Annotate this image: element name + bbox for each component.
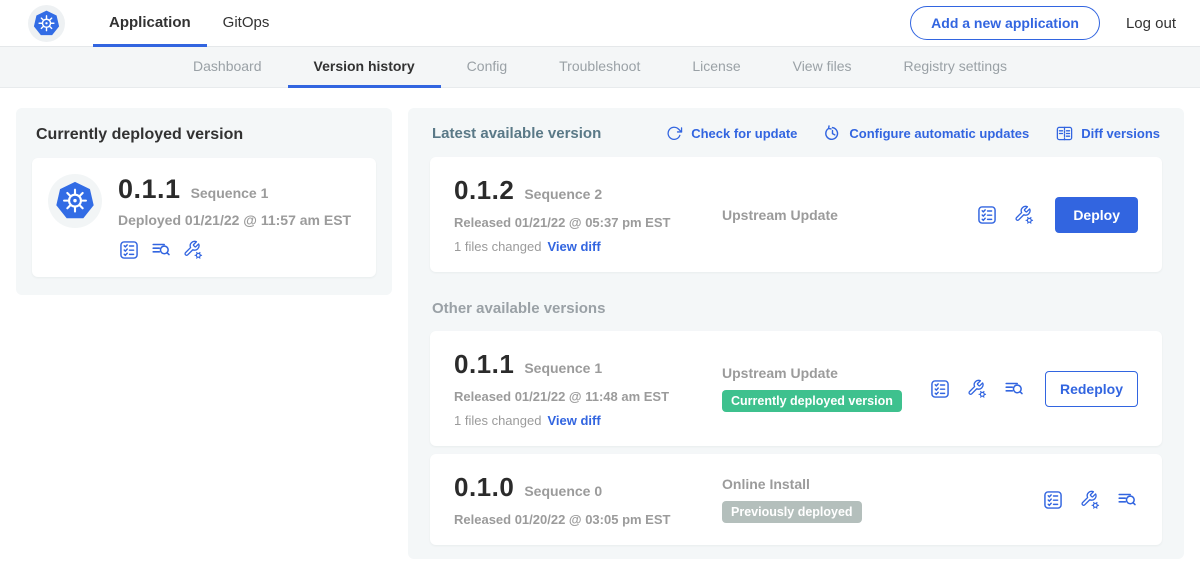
version-number: 0.1.0	[454, 472, 514, 503]
deployed-timestamp: Deployed 01/21/22 @ 11:57 am EST	[118, 212, 351, 228]
available-versions-panel: Latest available version Check for updat…	[408, 108, 1184, 559]
version-row-0-1-1: 0.1.1 Sequence 1 Released 01/21/22 @ 11:…	[430, 331, 1162, 446]
deployed-version-card: 0.1.1 Sequence 1 Deployed 01/21/22 @ 11:…	[32, 158, 376, 277]
section-subnav: Dashboard Version history Config Trouble…	[0, 47, 1200, 88]
sequence-label: Sequence 0	[524, 483, 602, 499]
preflight-checks-icon[interactable]	[118, 239, 140, 261]
tab-version-history[interactable]: Version history	[288, 47, 441, 88]
deploy-button[interactable]: Deploy	[1055, 197, 1138, 233]
view-diff-link[interactable]: View diff	[547, 413, 600, 428]
tab-dashboard[interactable]: Dashboard	[167, 47, 288, 88]
refresh-icon	[665, 124, 684, 143]
tab-registry-settings[interactable]: Registry settings	[878, 47, 1033, 88]
released-timestamp: Released 01/21/22 @ 05:37 pm EST	[454, 215, 722, 230]
other-available-versions-title: Other available versions	[432, 300, 1160, 317]
navbar-right: Add a new application Log out	[910, 0, 1176, 46]
kubernetes-logo-icon	[28, 5, 65, 42]
view-logs-icon[interactable]	[1003, 378, 1025, 400]
redeploy-button[interactable]: Redeploy	[1045, 371, 1138, 407]
tab-troubleshoot[interactable]: Troubleshoot	[533, 47, 666, 88]
app-kubernetes-logo-icon	[48, 174, 102, 228]
files-changed-line: 1 files changed View diff	[454, 413, 722, 428]
source-label: Upstream Update	[722, 365, 838, 381]
edit-config-icon[interactable]	[1079, 489, 1101, 511]
version-source: Online Install Previously deployed	[722, 476, 1042, 523]
diff-columns-icon	[1055, 124, 1074, 143]
check-for-update-link[interactable]: Check for update	[665, 124, 797, 143]
currently-deployed-badge: Currently deployed version	[722, 390, 902, 412]
admin-console-screen: Application GitOps Add a new application…	[0, 0, 1200, 564]
deployed-version-number: 0.1.1	[118, 174, 181, 205]
deployed-sequence-label: Sequence 1	[191, 185, 269, 201]
main-content: Currently deployed version 0.1.1 Sequenc…	[0, 88, 1200, 559]
files-changed-line: 1 files changed View diff	[454, 239, 722, 254]
sequence-label: Sequence 2	[524, 186, 602, 202]
version-number: 0.1.2	[454, 175, 514, 206]
source-label: Upstream Update	[722, 207, 838, 223]
version-actions-right	[1042, 489, 1138, 511]
edit-config-icon[interactable]	[182, 239, 204, 261]
view-logs-icon[interactable]	[150, 239, 172, 261]
diff-versions-link[interactable]: Diff versions	[1055, 124, 1160, 143]
app-nav-tabs: Application GitOps	[93, 0, 285, 46]
logout-button[interactable]: Log out	[1126, 15, 1176, 32]
edit-config-icon[interactable]	[1013, 204, 1035, 226]
released-timestamp: Released 01/20/22 @ 03:05 pm EST	[454, 512, 722, 527]
version-source: Upstream Update	[722, 207, 976, 223]
currently-deployed-panel: Currently deployed version 0.1.1 Sequenc…	[16, 108, 392, 295]
add-new-application-button[interactable]: Add a new application	[910, 6, 1100, 40]
configure-automatic-updates-link[interactable]: Configure automatic updates	[823, 124, 1029, 143]
preflight-checks-icon[interactable]	[976, 204, 998, 226]
diff-versions-label: Diff versions	[1081, 126, 1160, 141]
version-info: 0.1.1 Sequence 1 Released 01/21/22 @ 11:…	[454, 349, 722, 428]
latest-version-header: Latest available version Check for updat…	[432, 124, 1160, 143]
view-diff-link[interactable]: View diff	[547, 239, 600, 254]
released-timestamp: Released 01/21/22 @ 11:48 am EST	[454, 389, 722, 404]
deployed-version-info: 0.1.1 Sequence 1 Deployed 01/21/22 @ 11:…	[118, 174, 351, 261]
latest-available-title: Latest available version	[432, 125, 601, 142]
sequence-label: Sequence 1	[524, 360, 602, 376]
check-for-update-label: Check for update	[691, 126, 797, 141]
version-number: 0.1.1	[454, 349, 514, 380]
version-actions: Check for update Configure automatic upd…	[665, 124, 1160, 143]
currently-deployed-title: Currently deployed version	[36, 126, 376, 144]
preflight-checks-icon[interactable]	[1042, 489, 1064, 511]
top-navbar: Application GitOps Add a new application…	[0, 0, 1200, 47]
configure-automatic-updates-label: Configure automatic updates	[849, 126, 1029, 141]
schedule-update-icon	[823, 124, 842, 143]
tab-application[interactable]: Application	[93, 0, 207, 47]
edit-config-icon[interactable]	[966, 378, 988, 400]
files-changed-count: 1 files changed	[454, 413, 541, 428]
version-source: Upstream Update Currently deployed versi…	[722, 365, 929, 412]
tab-view-files[interactable]: View files	[767, 47, 878, 88]
files-changed-count: 1 files changed	[454, 239, 541, 254]
tab-license[interactable]: License	[666, 47, 766, 88]
view-logs-icon[interactable]	[1116, 489, 1138, 511]
version-row-0-1-2: 0.1.2 Sequence 2 Released 01/21/22 @ 05:…	[430, 157, 1162, 272]
preflight-checks-icon[interactable]	[929, 378, 951, 400]
version-actions-right: Deploy	[976, 197, 1138, 233]
tab-gitops[interactable]: GitOps	[207, 0, 286, 47]
source-label: Online Install	[722, 476, 810, 492]
version-row-0-1-0: 0.1.0 Sequence 0 Released 01/20/22 @ 03:…	[430, 454, 1162, 545]
version-actions-right: Redeploy	[929, 371, 1138, 407]
tab-config[interactable]: Config	[441, 47, 533, 88]
version-info: 0.1.0 Sequence 0 Released 01/20/22 @ 03:…	[454, 472, 722, 527]
previously-deployed-badge: Previously deployed	[722, 501, 862, 523]
version-info: 0.1.2 Sequence 2 Released 01/21/22 @ 05:…	[454, 175, 722, 254]
